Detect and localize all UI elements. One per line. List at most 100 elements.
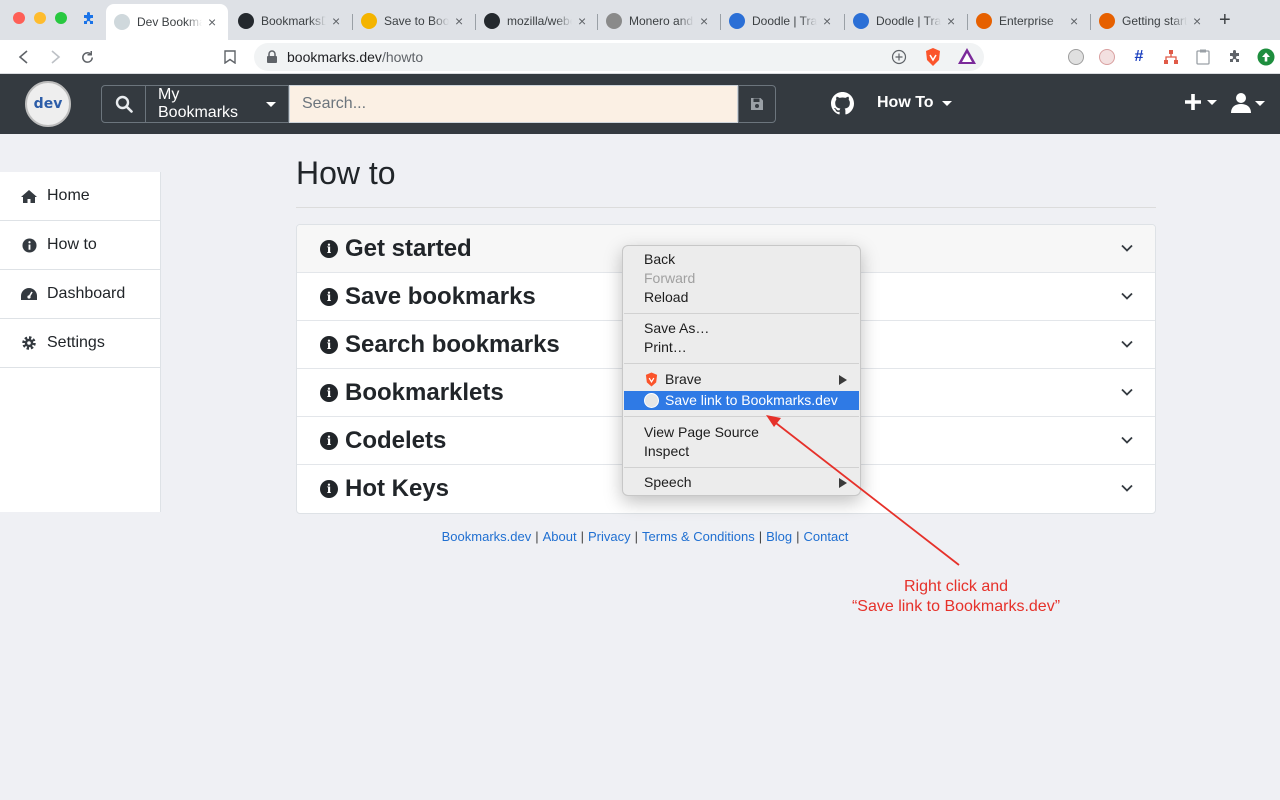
close-tab-icon[interactable]: × — [1070, 14, 1082, 28]
add-menu-button[interactable] — [1183, 92, 1217, 112]
info-icon: i — [320, 239, 338, 258]
chevron-down-icon — [1121, 436, 1133, 444]
devbookmarks-icon — [114, 14, 130, 30]
accordion-label: Bookmarklets — [345, 378, 504, 406]
sidebar: Home How to Dashboard Settings — [0, 172, 161, 512]
ctx-speech-label: Speech — [644, 474, 692, 490]
close-tab-icon[interactable]: × — [208, 15, 220, 29]
chevron-down-icon — [1121, 484, 1133, 492]
sidebar-item-label: Dashboard — [47, 285, 126, 302]
search-icon[interactable] — [101, 85, 146, 123]
howto-dropdown[interactable]: How To — [877, 94, 952, 112]
sidebar-item-howto[interactable]: How to — [0, 221, 160, 270]
doodle-icon — [853, 13, 869, 29]
ctx-back[interactable]: Back — [624, 250, 859, 269]
context-menu: Back Forward Reload Save As… Print… Brav… — [622, 245, 861, 496]
footer-link-terms[interactable]: Terms & Conditions — [642, 529, 755, 544]
github-icon — [484, 13, 500, 29]
footer-link-home[interactable]: Bookmarks.dev — [442, 529, 532, 544]
footer-link-privacy[interactable]: Privacy — [588, 529, 631, 544]
ctx-brave-submenu[interactable]: Brave — [624, 370, 859, 389]
close-tab-icon[interactable]: × — [1193, 14, 1205, 28]
sitemap-icon[interactable] — [1161, 47, 1181, 67]
howto-label: How To — [877, 94, 934, 111]
window-zoom-button[interactable] — [55, 12, 67, 24]
search-group: My Bookmarks — [101, 85, 776, 123]
browser-tab-strip: Dev Bookmarks×BookmarksDev×Save to Bookm… — [0, 0, 1280, 40]
chevron-down-icon — [1255, 100, 1265, 106]
brave-shield-icon[interactable] — [924, 47, 942, 67]
footer-link-contact[interactable]: Contact — [804, 529, 849, 544]
search-input[interactable] — [289, 85, 738, 123]
footer-link-about[interactable]: About — [543, 529, 577, 544]
close-tab-icon[interactable]: × — [578, 14, 590, 28]
annotation-text: Right click and “Save link to Bookmarks.… — [820, 577, 1092, 617]
window-close-button[interactable] — [13, 12, 25, 24]
address-bar[interactable]: bookmarks.dev/howto — [254, 43, 984, 71]
info-icon: i — [320, 335, 338, 354]
browser-tab[interactable]: Enterprise × — [968, 6, 1090, 36]
sidebar-item-dashboard[interactable]: Dashboard — [0, 270, 160, 319]
close-tab-icon[interactable]: × — [823, 14, 835, 28]
user-icon — [1231, 93, 1251, 113]
clipboard-icon[interactable] — [1193, 47, 1213, 67]
ctx-brave-label: Brave — [665, 371, 702, 387]
browser-tab[interactable]: Doodle | Tra × — [721, 6, 843, 36]
extension-puzzle-icon[interactable] — [81, 11, 97, 27]
ctx-speech-submenu[interactable]: Speech — [624, 473, 859, 492]
browser-tab[interactable]: Doodle | Tra × — [845, 6, 967, 36]
close-tab-icon[interactable]: × — [947, 14, 959, 28]
ctx-inspect[interactable]: Inspect — [624, 442, 859, 461]
close-tab-icon[interactable]: × — [455, 14, 467, 28]
footer-link-blog[interactable]: Blog — [766, 529, 792, 544]
add-icon[interactable] — [891, 49, 907, 65]
ctx-print[interactable]: Print… — [624, 338, 859, 357]
extensions-icon[interactable] — [1225, 47, 1245, 67]
extension-circle-icon[interactable] — [1097, 47, 1117, 67]
save-search-button[interactable] — [738, 85, 776, 123]
info-icon: i — [320, 383, 338, 402]
forward-icon[interactable] — [45, 47, 65, 67]
browser-tab-title: Save to Bookmarks — [384, 14, 449, 28]
tab-separator — [720, 14, 721, 30]
brave-icon — [645, 372, 658, 387]
chevron-down-icon — [266, 101, 276, 107]
chevron-down-icon — [1121, 340, 1133, 348]
bookmarks-scope-dropdown[interactable]: My Bookmarks — [146, 85, 289, 123]
sidebar-item-settings[interactable]: Settings — [0, 319, 160, 368]
devbookmarks-extension-icon[interactable] — [1066, 47, 1086, 67]
hashtag-icon[interactable]: # — [1129, 47, 1149, 67]
title-divider — [296, 207, 1156, 208]
browser-tab-title: BookmarksDev — [261, 14, 326, 28]
accordion-label: Search bookmarks — [345, 330, 560, 358]
chevron-down-icon — [1207, 99, 1217, 105]
browser-tab-title: Enterprise — [999, 14, 1054, 28]
back-icon[interactable] — [14, 47, 34, 67]
user-menu-button[interactable] — [1231, 92, 1265, 114]
ctx-save-as[interactable]: Save As… — [624, 319, 859, 338]
close-tab-icon[interactable]: × — [332, 14, 344, 28]
browser-tab[interactable]: BookmarksDev × — [230, 6, 352, 36]
reload-icon[interactable] — [77, 47, 97, 67]
new-tab-button[interactable]: + — [1219, 10, 1231, 30]
update-icon[interactable] — [1256, 47, 1276, 67]
bookmark-star-icon[interactable] — [220, 47, 240, 67]
browser-tab[interactable]: Dev Bookmarks × — [106, 4, 228, 40]
browser-tab[interactable]: mozilla/webextension × — [476, 6, 598, 36]
ctx-save-link-to-bookmarks[interactable]: Save link to Bookmarks.dev — [624, 391, 859, 410]
page-title: How to — [296, 155, 396, 191]
ctx-reload[interactable]: Reload — [624, 288, 859, 307]
browser-tab[interactable]: Monero and × — [598, 6, 720, 36]
sidebar-item-home[interactable]: Home — [0, 172, 160, 221]
window-minimize-button[interactable] — [34, 12, 46, 24]
browser-tab[interactable]: Save to Bookmarks × — [353, 6, 475, 36]
github-icon[interactable] — [831, 92, 854, 115]
bookmarks-dev-logo[interactable]: dev — [25, 81, 71, 127]
browser-tab[interactable]: Getting started × — [1091, 6, 1213, 36]
info-icon: i — [320, 480, 338, 498]
annotation-line-1: Right click and — [903, 578, 1009, 595]
close-tab-icon[interactable]: × — [700, 14, 712, 28]
ctx-view-source[interactable]: View Page Source — [624, 423, 859, 442]
brave-rewards-icon[interactable] — [957, 47, 977, 65]
dashboard-icon — [20, 286, 38, 302]
